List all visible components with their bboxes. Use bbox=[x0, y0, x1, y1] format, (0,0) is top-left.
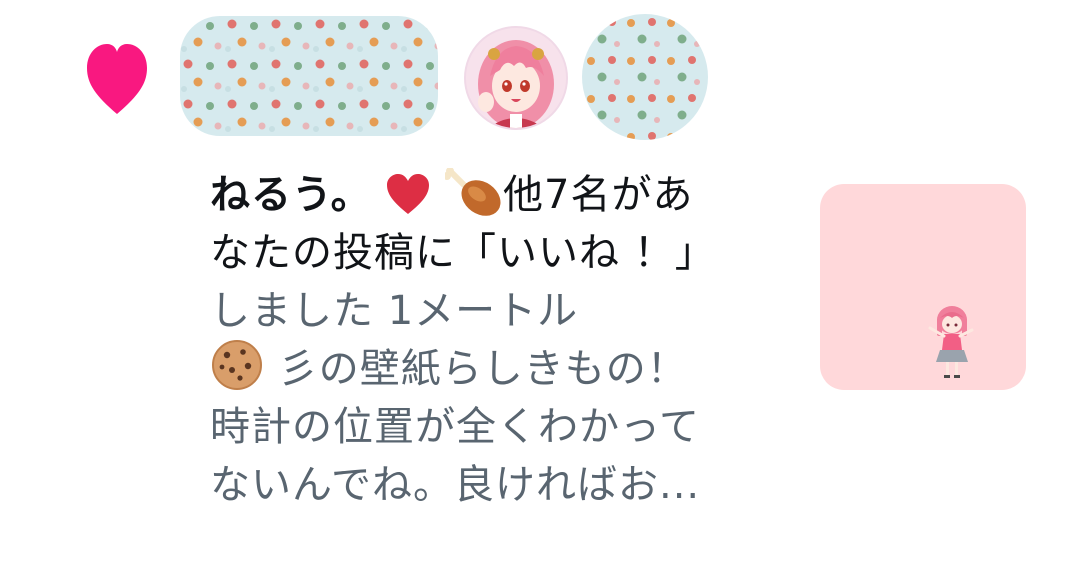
post-author-name: 1メートル bbox=[387, 288, 579, 334]
notification-line-3: しました 1メートル bbox=[210, 282, 800, 340]
post-snippet-text-1: 彡の壁紙らしきもの！ bbox=[277, 346, 688, 392]
post-snippet-line-3: ないんでね。良ければお... bbox=[210, 456, 800, 514]
action-text-a: 他7名があ bbox=[503, 172, 694, 218]
action-text-c: しました bbox=[210, 288, 374, 334]
red-heart-emoji bbox=[387, 174, 430, 214]
redacted-avatars bbox=[180, 16, 438, 136]
post-thumbnail[interactable] bbox=[820, 184, 1026, 390]
heart-icon bbox=[87, 44, 147, 114]
liker-name[interactable]: ねるう。 bbox=[210, 172, 372, 218]
action-text-b: なたの投稿に「いいね ！」 bbox=[210, 230, 716, 276]
post-snippet-text-2: 時計の位置が全くわかって bbox=[210, 404, 700, 450]
liker-avatar[interactable] bbox=[466, 28, 566, 128]
post-snippet-line-2: 時計の位置が全くわかって bbox=[210, 398, 800, 456]
notification-line-2: なたの投稿に「いいね ！」 bbox=[210, 224, 800, 282]
redacted-avatar bbox=[582, 14, 708, 140]
post-snippet-text-3: ないんでね。良ければお... bbox=[210, 462, 701, 508]
cookie-emoji bbox=[212, 340, 262, 390]
post-snippet-line-1: 彡の壁紙らしきもの！ bbox=[210, 340, 800, 398]
chibi-character-image bbox=[928, 306, 974, 378]
notification-line-1: ねるう。 他7名があ bbox=[210, 166, 800, 224]
notification-text[interactable]: ねるう。 他7名があ なたの投稿に「いいね ！」 しました 1メートル 彡の壁紙… bbox=[210, 166, 800, 514]
poultry-leg-emoji bbox=[445, 168, 501, 216]
